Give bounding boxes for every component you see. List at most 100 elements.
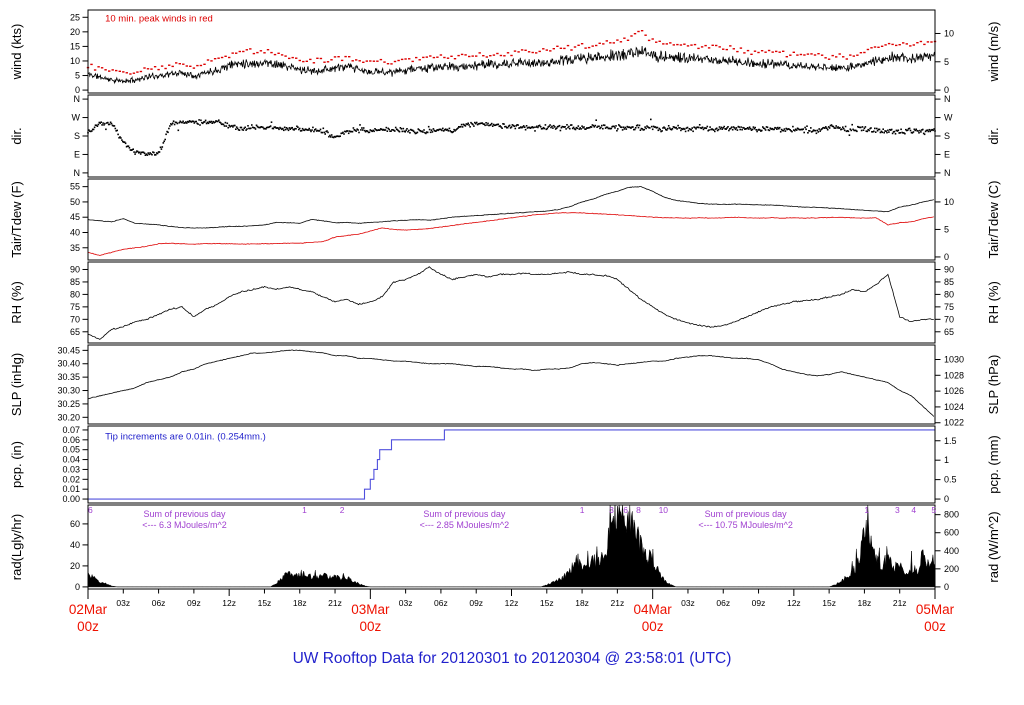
xtick-hour-label: 06z [716, 598, 730, 608]
xtick-hour-label: 09z [752, 598, 766, 608]
annotation-rad-14: 1 [864, 505, 869, 515]
panels-group: 05101520250510wind (kts) wind (m/s)10 min… [9, 9, 1001, 592]
xtick-hour-label: 15z [540, 598, 554, 608]
xtick-hour-label: 15z [822, 598, 836, 608]
xtick-day-label: 05Mar [916, 602, 955, 617]
annotation-pcp-0: Tip increments are 0.01in. (0.254mm.) [105, 431, 266, 442]
ytick-right-dir: N [944, 168, 951, 178]
annotation-rad-7: 1 [580, 505, 585, 515]
series-relative-humidity [87, 266, 934, 340]
panel-border-slp [87, 344, 936, 425]
annotation-rad-9: 6 [623, 505, 628, 515]
ylabel-right-rad: rad (W/m^2) [986, 511, 1001, 582]
ytick-right-pcp: 1.5 [944, 436, 957, 446]
xtick-hour-label: 09z [469, 598, 483, 608]
series-tdew [87, 212, 934, 256]
xtick-hour-label: 18z [858, 598, 872, 608]
panel-dir: NESWNNESWNdir. dir. [9, 94, 1001, 178]
ylabel-right-rh: RH (%) [986, 281, 1001, 324]
series-wind-peaks [86, 30, 937, 75]
ylabel-left-rh: RH (%) [9, 281, 24, 324]
ytick-left-pcp: 0.02 [62, 474, 80, 484]
annotation-rad-1: Sum of previous day [143, 509, 226, 519]
ylabel-left-dir: dir. [9, 127, 24, 144]
series-tair [87, 186, 934, 229]
xtick-day-label: 03Mar [351, 602, 390, 617]
ylabel-left-slp: SLP (inHg) [9, 353, 24, 416]
ytick-left-slp: 30.30 [57, 386, 80, 396]
ytick-left-wind: 20 [70, 27, 80, 37]
ytick-left-slp: 30.40 [57, 359, 80, 369]
xtick-hour-label: 06z [152, 598, 166, 608]
ytick-right-pcp: 0 [944, 494, 949, 504]
series-wind-avg [87, 45, 936, 85]
annotation-rad-0: 6 [88, 505, 93, 515]
ytick-right-rh: 80 [944, 289, 954, 299]
ytick-left-slp: 30.35 [57, 372, 80, 382]
ytick-right-rad: 600 [944, 528, 959, 538]
xtick-day-sublabel: 00z [642, 619, 664, 634]
ytick-right-dir: W [944, 113, 953, 123]
xtick-day-sublabel: 00z [77, 619, 99, 634]
ytick-left-rh: 65 [70, 327, 80, 337]
ylabel-left-pcp: pcp. (in) [9, 441, 24, 488]
annotation-rad-17: 5 [931, 505, 936, 515]
ytick-right-dir: E [944, 149, 950, 159]
ytick-right-dir: N [944, 94, 951, 104]
ytick-left-slp: 30.25 [57, 399, 80, 409]
annotation-rad-2: <--- 6.3 MJoules/m^2 [142, 520, 227, 530]
ytick-left-rad: 60 [70, 519, 80, 529]
ytick-right-rad: 800 [944, 510, 959, 520]
ytick-right-dir: S [944, 131, 950, 141]
xtick-hour-label: 12z [222, 598, 236, 608]
panel-border-temp [87, 178, 936, 261]
ylabel-left-wind: wind (kts) [9, 24, 24, 81]
ytick-left-temp: 50 [70, 197, 80, 207]
ytick-left-temp: 35 [70, 243, 80, 253]
annotation-rad-4: 2 [340, 505, 345, 515]
panel-slp: 30.20 30.25 30.30 30.35 30.40 30.45 1022 1024 10… [9, 344, 1001, 428]
ytick-right-slp: 1022 [944, 418, 964, 428]
ytick-left-pcp: 0.06 [62, 435, 80, 445]
xtick-hour-label: 21z [893, 598, 907, 608]
ytick-right-temp: 5 [944, 224, 949, 234]
ytick-left-pcp: 0.05 [62, 445, 80, 455]
ylabel-left-rad: rad(Lgly/hr) [9, 514, 24, 580]
xtick-hour-label: 03z [399, 598, 413, 608]
panel-border-dir [87, 94, 936, 178]
xtick-hour-label: 21z [328, 598, 342, 608]
ytick-right-rh: 90 [944, 264, 954, 274]
ytick-right-rh: 85 [944, 277, 954, 287]
ytick-left-rh: 90 [70, 264, 80, 274]
ylabel-right-pcp: pcp. (mm) [986, 435, 1001, 494]
meteogram-figure: 0 5 10 15 20 25 0 5 10 wind (kts) wind (m/s) 10 min… [0, 0, 1024, 700]
series-wind-direction [87, 118, 936, 156]
xtick-day-sublabel: 00z [359, 619, 381, 634]
xtick-day-label: 04Mar [634, 602, 673, 617]
xtick-hour-label: 18z [575, 598, 589, 608]
xtick-day-sublabel: 00z [924, 619, 946, 634]
annotation-rad-16: 4 [911, 505, 916, 515]
xtick-hour-label: 03z [681, 598, 695, 608]
panel-temp: 35 40 45 50 55 0 5 10 Tair/Tdew (F) Tair/Tdew (C) [9, 178, 1001, 262]
ytick-left-wind: 5 [75, 71, 80, 81]
ytick-left-temp: 55 [70, 182, 80, 192]
ylabel-left-temp: Tair/Tdew (F) [9, 181, 24, 258]
ytick-right-slp: 1030 [944, 354, 964, 364]
ytick-left-rh: 75 [70, 302, 80, 312]
ylabel-right-temp: Tair/Tdew (C) [986, 180, 1001, 258]
annotation-rad-5: Sum of previous day [423, 509, 506, 519]
xtick-hour-label: 18z [293, 598, 307, 608]
panel-wind: 05101520250510wind (kts) wind (m/s)10 min… [9, 9, 1001, 95]
ytick-left-pcp: 0.07 [62, 425, 80, 435]
xtick-hour-label: 21z [611, 598, 625, 608]
xtick-hour-label: 09z [187, 598, 201, 608]
ytick-right-rad: 200 [944, 564, 959, 574]
ytick-right-slp: 1026 [944, 386, 964, 396]
ytick-left-dir: E [74, 149, 80, 159]
ytick-left-temp: 40 [70, 227, 80, 237]
ytick-right-temp: 10 [944, 197, 954, 207]
ytick-left-pcp: 0.00 [62, 494, 80, 504]
ytick-right-slp: 1028 [944, 370, 964, 380]
xtick-day-label: 02Mar [69, 602, 108, 617]
